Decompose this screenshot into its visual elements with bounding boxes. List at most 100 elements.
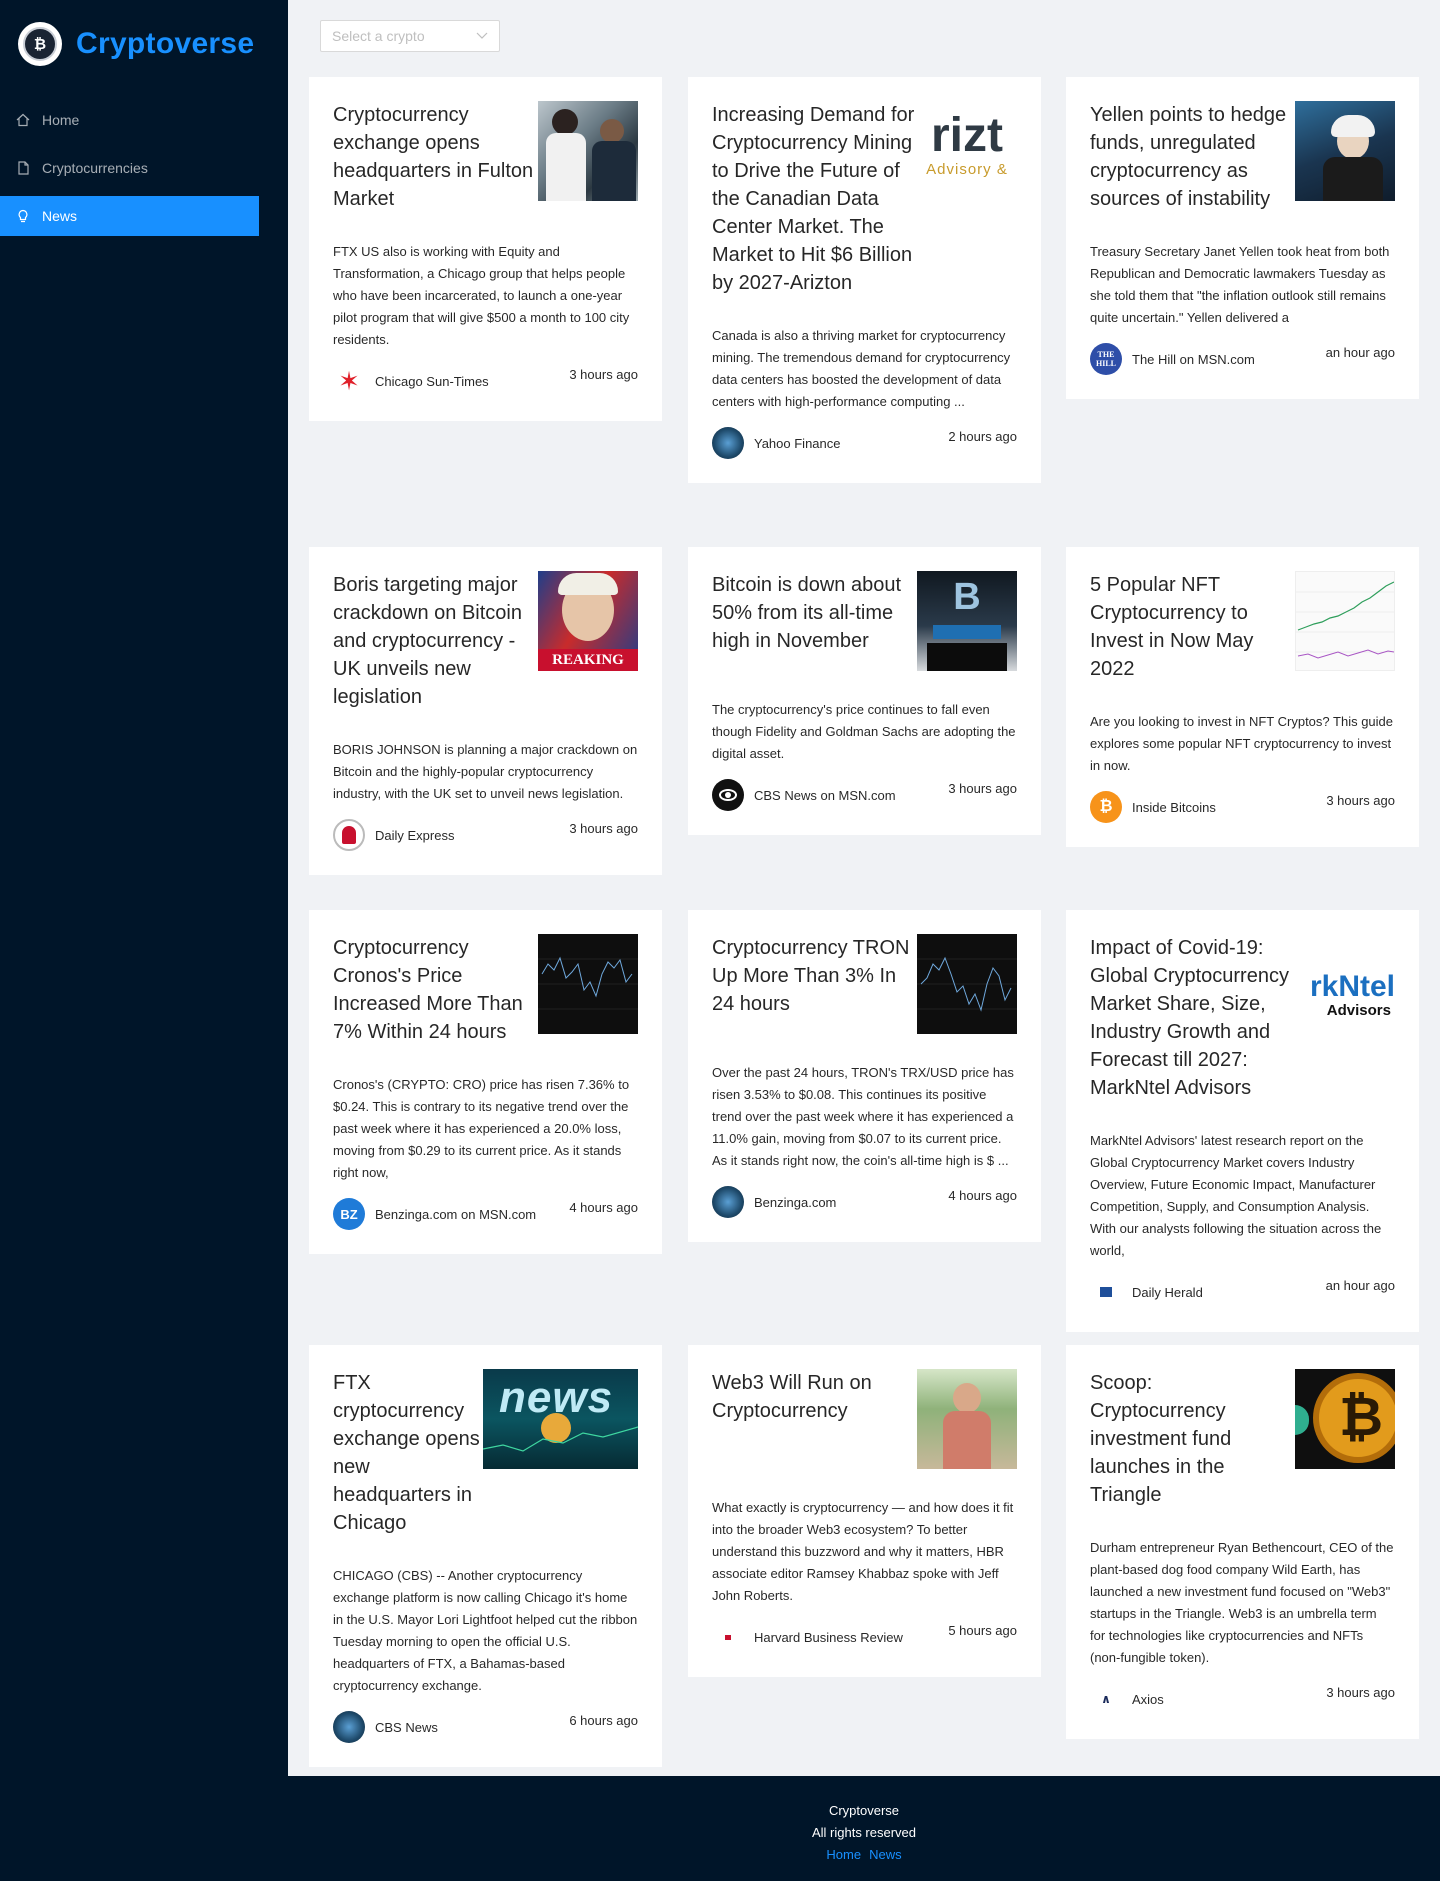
news-card[interactable]: Boris targeting major crackdown on Bitco… xyxy=(309,547,662,875)
news-card[interactable]: Cryptocurrency exchange opens headquarte… xyxy=(309,77,662,421)
news-provider: Daily Herald xyxy=(1090,1276,1203,1308)
provider-name: Axios xyxy=(1132,1691,1164,1707)
news-description: Treasury Secretary Janet Yellen took hea… xyxy=(1090,244,1390,325)
news-provider: CBS News xyxy=(333,1711,438,1743)
news-card[interactable]: Scoop: Cryptocurrency investment fund la… xyxy=(1066,1345,1419,1739)
news-description: MarkNtel Advisors' latest research repor… xyxy=(1090,1133,1382,1258)
news-time: 3 hours ago xyxy=(569,367,638,382)
news-thumbnail: rizt Advisory & xyxy=(917,101,1017,201)
news-card[interactable]: Increasing Demand for Cryptocurrency Min… xyxy=(688,77,1041,483)
menu-item-label: Cryptocurrencies xyxy=(42,160,148,176)
news-provider: ✶ Chicago Sun-Times xyxy=(333,365,489,397)
ticker-lines xyxy=(483,1426,638,1452)
provider-name: The Hill on MSN.com xyxy=(1132,351,1255,367)
provider-name: Benzinga.com xyxy=(754,1194,837,1210)
menu-item-label: Home xyxy=(42,112,80,128)
footer-rights: All rights reserved xyxy=(811,1825,917,1840)
cbs-eye-icon xyxy=(712,779,744,811)
globe-icon xyxy=(712,427,744,459)
bitcoin-coin-symbol: ₿ xyxy=(1338,1387,1383,1447)
thumb-logo-sub: Advisors xyxy=(1326,1002,1391,1019)
news-title[interactable]: Impact of Covid-19: Global Cryptocurrenc… xyxy=(1090,934,1295,1102)
news-time: an hour ago xyxy=(1325,345,1395,360)
provider-name: Chicago Sun-Times xyxy=(375,373,489,389)
news-title[interactable]: Cryptocurrency Cronos's Price Increased … xyxy=(333,934,538,1046)
news-card[interactable]: Cryptocurrency Cronos's Price Increased … xyxy=(309,910,662,1254)
news-title[interactable]: Scoop: Cryptocurrency investment fund la… xyxy=(1090,1369,1295,1509)
provider-name: Daily Express xyxy=(375,827,455,843)
home-icon xyxy=(16,113,30,127)
logo-icon: ₿ xyxy=(18,22,62,66)
benzinga-icon: BZ xyxy=(333,1198,365,1230)
provider-name: Yahoo Finance xyxy=(754,435,841,451)
news-description: The cryptocurrency's price continues to … xyxy=(712,702,1016,761)
footer-links: Home News xyxy=(288,1844,1440,1866)
news-description: Canada is also a thriving market for cry… xyxy=(712,328,1011,409)
news-provider: Yahoo Finance xyxy=(712,427,841,459)
news-title[interactable]: Bitcoin is down about 50% from its all-t… xyxy=(712,571,917,655)
news-description: FTX US also is working with Equity and T… xyxy=(333,244,630,347)
news-time: 4 hours ago xyxy=(948,1188,1017,1203)
menu-item-news[interactable]: News xyxy=(0,196,259,236)
chevron-down-icon xyxy=(476,32,488,39)
news-thumbnail: REAKING xyxy=(538,571,638,671)
provider-name: Daily Herald xyxy=(1132,1284,1203,1300)
logo[interactable]: ₿ Cryptoverse xyxy=(18,22,254,66)
news-title[interactable]: Cryptocurrency exchange opens headquarte… xyxy=(333,101,538,213)
globe-icon xyxy=(712,1186,744,1218)
news-thumbnail: ₿ xyxy=(1295,1369,1395,1469)
price-chart-thumbnail xyxy=(1296,581,1394,659)
file-icon xyxy=(18,161,29,175)
news-description: Durham entrepreneur Ryan Bethencourt, CE… xyxy=(1090,1540,1394,1665)
news-card[interactable]: Yellen points to hedge funds, unregulate… xyxy=(1066,77,1419,399)
footer-link-news[interactable]: News xyxy=(869,1847,902,1862)
news-card[interactable]: Cryptocurrency TRON Up More Than 3% In 2… xyxy=(688,910,1041,1242)
thumb-logo-text: rkNtel xyxy=(1309,970,1395,1003)
news-thumbnail: rkNtel Advisors xyxy=(1295,934,1395,1034)
news-thumbnail xyxy=(538,101,638,201)
footer-link-home[interactable]: Home xyxy=(826,1847,861,1862)
news-provider: Harvard Business Review xyxy=(712,1621,903,1653)
news-card[interactable]: Impact of Covid-19: Global Cryptocurrenc… xyxy=(1066,910,1419,1332)
menu-item-cryptocurrencies[interactable]: Cryptocurrencies xyxy=(0,148,259,188)
news-title[interactable]: Yellen points to hedge funds, unregulate… xyxy=(1090,101,1295,213)
globe-icon xyxy=(333,1711,365,1743)
news-card[interactable]: 5 Popular NFT Cryptocurrency to Invest i… xyxy=(1066,547,1419,847)
news-description: BORIS JOHNSON is planning a major crackd… xyxy=(333,742,638,801)
news-thumbnail: B xyxy=(917,571,1017,671)
app-title[interactable]: Cryptoverse xyxy=(76,27,254,61)
news-time: 2 hours ago xyxy=(948,429,1017,444)
news-card[interactable]: Web3 Will Run on Cryptocurrency What exa… xyxy=(688,1345,1041,1677)
news-card[interactable]: Bitcoin is down about 50% from its all-t… xyxy=(688,547,1041,835)
price-chart-thumbnail xyxy=(538,956,638,1010)
news-time: 3 hours ago xyxy=(569,821,638,836)
footer-title[interactable]: Cryptoverse xyxy=(288,1800,1440,1822)
bulb-icon xyxy=(18,209,28,223)
news-provider: BZ Benzinga.com on MSN.com xyxy=(333,1198,536,1230)
menu-item-label: News xyxy=(42,208,78,224)
news-time: 3 hours ago xyxy=(1326,793,1395,808)
news-title[interactable]: FTX cryptocurrency exchange opens new he… xyxy=(333,1369,483,1537)
news-title[interactable]: Increasing Demand for Cryptocurrency Min… xyxy=(712,101,917,297)
sidebar: ₿ Cryptoverse Home Cryptocurrencies News xyxy=(0,0,288,1881)
news-title[interactable]: Web3 Will Run on Cryptocurrency xyxy=(712,1369,917,1425)
nav-menu: Home Cryptocurrencies News xyxy=(0,100,259,244)
news-description: Over the past 24 hours, TRON's TRX/USD p… xyxy=(712,1065,1014,1168)
news-provider: THE HILL The Hill on MSN.com xyxy=(1090,343,1255,375)
news-title[interactable]: Cryptocurrency TRON Up More Than 3% In 2… xyxy=(712,934,917,1018)
crypto-select[interactable]: Select a crypto xyxy=(320,20,500,52)
news-thumbnail xyxy=(1295,101,1395,201)
news-thumbnail xyxy=(1295,571,1395,671)
provider-name: CBS News on MSN.com xyxy=(754,787,896,803)
news-thumbnail xyxy=(917,934,1017,1034)
thumb-logo-sub: Advisory & xyxy=(926,161,1008,178)
news-provider: ₿ Inside Bitcoins xyxy=(1090,791,1216,823)
news-title[interactable]: 5 Popular NFT Cryptocurrency to Invest i… xyxy=(1090,571,1295,683)
news-title[interactable]: Boris targeting major crackdown on Bitco… xyxy=(333,571,538,711)
news-thumbnail xyxy=(538,934,638,1034)
menu-item-home[interactable]: Home xyxy=(0,100,259,140)
select-placeholder: Select a crypto xyxy=(332,28,425,44)
news-provider: ∧ Axios xyxy=(1090,1683,1164,1715)
breaking-banner: REAKING xyxy=(538,649,638,671)
news-card[interactable]: FTX cryptocurrency exchange opens new he… xyxy=(309,1345,662,1767)
